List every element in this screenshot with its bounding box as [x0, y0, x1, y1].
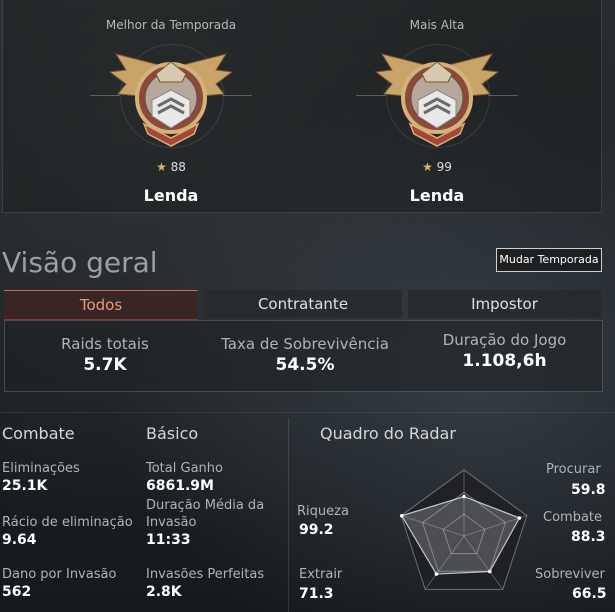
stat-value: 11:33 [146, 532, 191, 548]
rank-title: Mais Alta [409, 18, 465, 32]
stat-value: 6861.9M [146, 478, 214, 494]
star-icon: ★ [422, 160, 433, 174]
tab-all[interactable]: Todos [4, 290, 198, 320]
stat-label: Rácio de eliminação [2, 515, 133, 530]
tab-impostor[interactable]: Impostor [408, 290, 601, 318]
legend-medal-icon [90, 38, 252, 158]
rank-stars: 99 [436, 160, 452, 174]
tab-contractor[interactable]: Contratante [204, 290, 402, 318]
season-best-rank: Melhor da Temporada ★ 88 Lenda [71, 0, 271, 205]
radar-point [434, 572, 439, 576]
radar-label-survive: Sobreviver [535, 567, 605, 582]
summary-play-time: Duração do Jogo 1.108,6h [407, 321, 602, 371]
radar-value-extract: 71.3 [299, 586, 334, 602]
radar-point [462, 494, 466, 499]
radar-point [517, 516, 522, 520]
summary-value: 54.5% [275, 355, 335, 375]
radar-label-combat: Combate [543, 510, 603, 525]
stat-damage-per-raid: Dano por Invasão 562 [2, 566, 116, 601]
rank-panel: Melhor da Temporada ★ 88 Lenda Mais Alta [2, 0, 602, 213]
radar-label-extract: Extrair [299, 567, 343, 582]
radar-point [399, 513, 404, 518]
overview-title: Visão geral [2, 246, 158, 279]
change-season-button[interactable]: Mudar Temporada [496, 248, 602, 272]
rank-stars: 88 [170, 160, 186, 174]
legend-medal-icon [356, 38, 518, 158]
divider [0, 412, 615, 413]
summary-label: Taxa de Sobrevivência [221, 335, 389, 353]
stat-total-earned: Total Ganho 6861.9M [146, 460, 223, 495]
rank-name: Lenda [409, 186, 465, 205]
summary-survival-rate: Taxa de Sobrevivência 54.5% [205, 321, 405, 375]
radar-chart [399, 469, 528, 590]
star-icon: ★ [156, 160, 167, 174]
radar-point [487, 569, 492, 574]
radar-value-survive: 66.5 [572, 586, 607, 602]
radar-label-wealth: Riqueza [297, 504, 349, 519]
radar-value-combat: 88.3 [571, 529, 606, 545]
summary-total-raids: Raids totais 5.7K [5, 321, 205, 375]
stat-value: 9.64 [2, 532, 37, 548]
stat-label: Invasões Perfeitas [146, 567, 265, 582]
stat-label: Duração Média da Invasão [146, 498, 265, 530]
rank-title: Melhor da Temporada [105, 18, 237, 32]
stat-value: 25.1K [2, 478, 48, 494]
summary-label: Raids totais [61, 335, 149, 353]
mode-tabs: Todos Contratante Impostor [4, 290, 601, 320]
radar-label-search: Procurar [546, 462, 601, 477]
stat-value: 2.8K [146, 584, 182, 600]
stat-perfect-raids: Invasões Perfeitas 2.8K [146, 566, 264, 601]
stat-label: Total Ganho [146, 461, 223, 476]
radar-title: Quadro do Radar [320, 424, 456, 443]
stat-kill-ratio: Rácio de eliminação 9.64 [2, 514, 133, 549]
summary-value: 1.108,6h [462, 351, 547, 371]
highest-rank: Mais Alta ★ 99 Lenda [337, 0, 537, 205]
stat-label: Eliminações [2, 461, 80, 476]
summary-label: Duração do Jogo [442, 331, 567, 349]
summary-value: 5.7K [83, 355, 127, 375]
combat-title: Combate [2, 424, 75, 443]
basic-title: Básico [146, 424, 199, 443]
radar-value-search: 59.8 [571, 482, 606, 498]
stat-value: 562 [2, 584, 32, 600]
radar-value-wealth: 99.2 [299, 522, 334, 538]
rank-name: Lenda [143, 186, 199, 205]
summary-panel: Raids totais 5.7K Taxa de Sobrevivência … [4, 320, 603, 392]
stat-label: Dano por Invasão [2, 567, 117, 582]
vertical-divider [288, 418, 289, 612]
stat-eliminations: Eliminações 25.1K [2, 460, 80, 495]
stat-avg-raid-duration: Duração Média da Invasão 11:33 [146, 497, 276, 549]
